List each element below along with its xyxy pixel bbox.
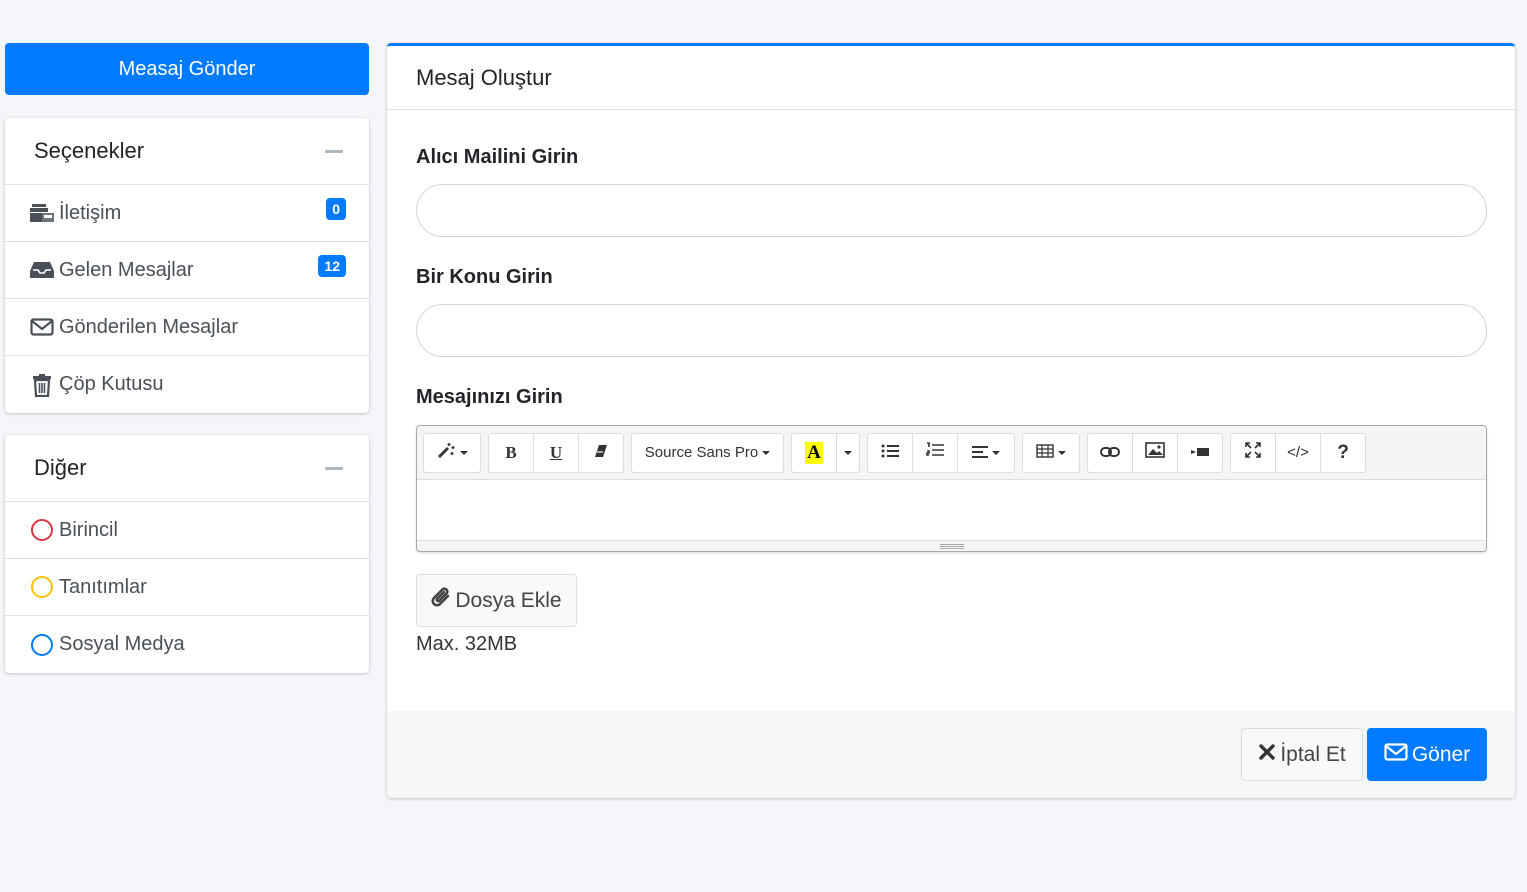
sidebar-item-label: Çöp Kutusu bbox=[59, 373, 164, 395]
sidebar-item-social[interactable]: Sosyal Medya bbox=[5, 616, 369, 673]
grip-icon bbox=[939, 543, 964, 549]
collapse-other-button[interactable] bbox=[324, 458, 344, 478]
font-name: Source Sans Pro bbox=[644, 444, 759, 461]
editor-resize-handle[interactable] bbox=[417, 540, 1486, 551]
editor-toolbar: B U Source Sans Pro A </> ? bbox=[417, 426, 1486, 480]
sidebar-item-sent[interactable]: Gönderilen Mesajlar bbox=[5, 299, 369, 356]
subject-input[interactable] bbox=[416, 304, 1487, 357]
bold-icon: B bbox=[505, 442, 517, 462]
unordered-list-icon bbox=[881, 443, 899, 463]
video-icon bbox=[1190, 443, 1210, 463]
image-button[interactable] bbox=[1132, 432, 1178, 473]
sidebar-item-label: Gelen Mesajlar bbox=[59, 258, 194, 281]
compose-footer: İptal Et Göner bbox=[387, 711, 1515, 798]
message-label: Mesajınızı Girin bbox=[416, 386, 563, 408]
other-card: Diğer Birincil Tanıtımlar Sosyal Medya bbox=[5, 435, 369, 673]
expand-icon bbox=[1245, 442, 1261, 463]
options-header: Seçenekler bbox=[5, 118, 369, 185]
attach-label: Dosya Ekle bbox=[455, 588, 562, 612]
inbox-icon bbox=[27, 258, 57, 282]
inbox-stack-icon bbox=[27, 201, 57, 225]
table-icon bbox=[1036, 443, 1054, 463]
compose-header: Mesaj Oluştur bbox=[387, 46, 1515, 110]
sidebar-item-primary[interactable]: Birincil bbox=[5, 502, 369, 559]
clear-format-button[interactable] bbox=[578, 432, 624, 473]
inbox-count-badge: 12 bbox=[318, 255, 346, 277]
compose-card: Mesaj Oluştur Alıcı Mailini Girin Bir Ko… bbox=[387, 43, 1515, 798]
cancel-button[interactable]: İptal Et bbox=[1241, 728, 1363, 781]
sidebar-item-label: İletişim bbox=[59, 201, 122, 224]
close-icon bbox=[1258, 743, 1280, 767]
eraser-icon bbox=[594, 443, 608, 463]
magic-wand-icon bbox=[436, 442, 456, 463]
recipient-label: Alıcı Mailini Girin bbox=[416, 146, 579, 168]
forecolor-button[interactable]: A bbox=[791, 432, 837, 473]
sidebar-item-promotions[interactable]: Tanıtımlar bbox=[5, 559, 369, 616]
other-title: Diğer bbox=[34, 455, 87, 480]
fullscreen-button[interactable] bbox=[1230, 432, 1276, 473]
circle-icon bbox=[27, 575, 57, 599]
contact-count-badge: 0 bbox=[326, 198, 346, 220]
underline-button[interactable]: U bbox=[533, 432, 579, 473]
video-button[interactable] bbox=[1177, 432, 1223, 473]
recipient-input[interactable] bbox=[416, 184, 1487, 237]
link-icon bbox=[1100, 443, 1120, 463]
unordered-list-button[interactable] bbox=[867, 432, 913, 473]
other-header: Diğer bbox=[5, 435, 369, 502]
compose-button[interactable]: Measaj Gönder bbox=[5, 43, 369, 95]
align-left-icon bbox=[972, 443, 988, 463]
code-icon: </> bbox=[1287, 444, 1309, 461]
help-button[interactable]: ? bbox=[1320, 432, 1366, 473]
attach-file-button[interactable]: Dosya Ekle bbox=[416, 574, 577, 627]
paragraph-align-dropdown[interactable] bbox=[957, 432, 1015, 473]
envelope-icon bbox=[1384, 742, 1412, 767]
sidebar-item-inbox[interactable]: Gelen Mesajlar 12 bbox=[5, 242, 369, 299]
sidebar-item-label: Gönderilen Mesajlar bbox=[59, 315, 238, 338]
cancel-label: İptal Et bbox=[1280, 742, 1346, 766]
subject-label: Bir Konu Girin bbox=[416, 266, 553, 288]
editor-content-area[interactable] bbox=[417, 480, 1486, 540]
minus-icon bbox=[325, 149, 343, 153]
ordered-list-icon bbox=[926, 442, 944, 463]
envelope-icon bbox=[27, 315, 57, 339]
color-dropdown[interactable] bbox=[836, 432, 860, 473]
code-view-button[interactable]: </> bbox=[1275, 432, 1321, 473]
ordered-list-button[interactable] bbox=[912, 432, 958, 473]
send-label: Göner bbox=[1411, 742, 1471, 766]
question-icon: ? bbox=[1337, 441, 1349, 463]
underline-icon: U bbox=[549, 442, 563, 462]
image-icon bbox=[1145, 442, 1165, 463]
link-button[interactable] bbox=[1087, 432, 1133, 473]
message-editor: B U Source Sans Pro A </> ? bbox=[416, 425, 1487, 552]
sidebar-item-label: Tanıtımlar bbox=[59, 575, 147, 598]
forecolor-icon: A bbox=[805, 441, 823, 464]
sidebar-item-contact[interactable]: İletişim 0 bbox=[5, 185, 369, 242]
page-title: Mesaj Oluştur bbox=[416, 64, 552, 90]
bold-button[interactable]: B bbox=[488, 432, 534, 473]
collapse-options-button[interactable] bbox=[324, 141, 344, 161]
sidebar-item-trash[interactable]: Çöp Kutusu bbox=[5, 356, 369, 413]
options-title: Seçenekler bbox=[34, 138, 145, 163]
trash-icon bbox=[27, 373, 57, 397]
font-family-dropdown[interactable]: Source Sans Pro bbox=[631, 432, 784, 473]
compose-body: Alıcı Mailini Girin Bir Konu Girin Mesaj… bbox=[387, 146, 1515, 656]
minus-icon bbox=[325, 466, 343, 470]
sidebar-item-label: Birincil bbox=[59, 518, 118, 541]
sidebar: Measaj Gönder Seçenekler İletişim 0 Gele… bbox=[5, 43, 369, 673]
attach-size-hint: Max. 32MB bbox=[416, 633, 518, 655]
circle-icon bbox=[27, 633, 57, 657]
options-card: Seçenekler İletişim 0 Gelen Mesajlar 12 … bbox=[5, 118, 369, 413]
style-button[interactable] bbox=[423, 432, 481, 473]
sidebar-item-label: Sosyal Medya bbox=[59, 633, 185, 655]
circle-icon bbox=[27, 518, 57, 542]
table-dropdown[interactable] bbox=[1022, 432, 1080, 473]
send-button[interactable]: Göner bbox=[1367, 728, 1487, 781]
paperclip-icon bbox=[431, 586, 455, 616]
